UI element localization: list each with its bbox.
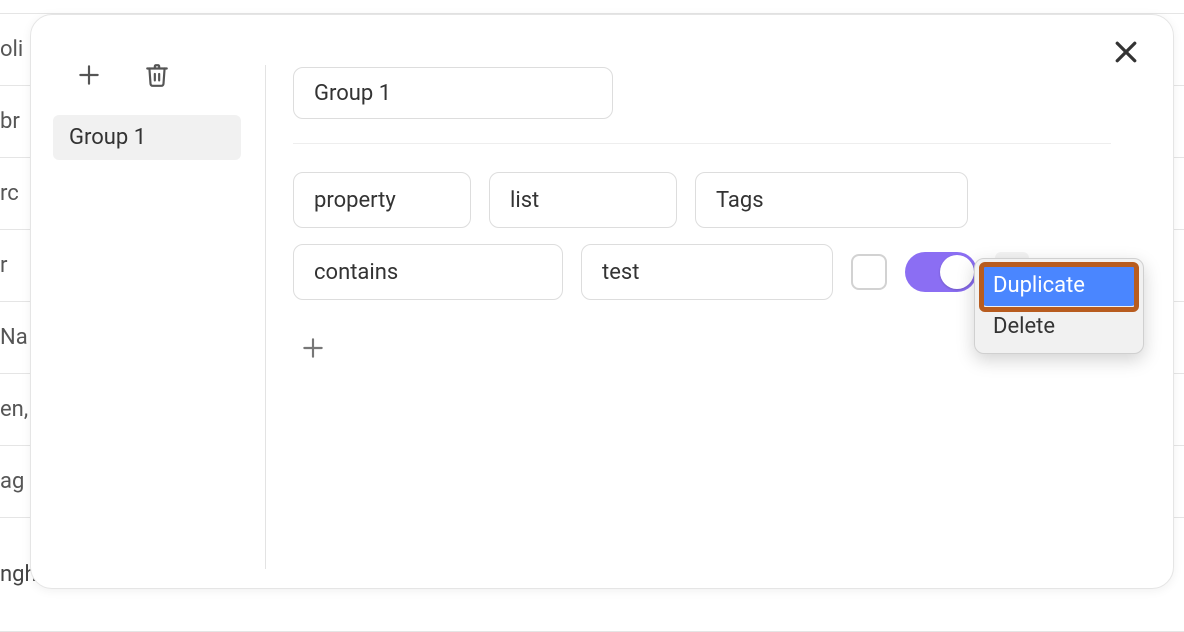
- rule-checkbox[interactable]: [851, 254, 887, 290]
- bg-text: oli: [0, 37, 23, 62]
- group-name-input[interactable]: [293, 67, 613, 119]
- close-button[interactable]: [1111, 37, 1141, 67]
- rule-source-select[interactable]: property: [293, 172, 471, 228]
- horizontal-divider: [293, 143, 1111, 144]
- menu-item-duplicate[interactable]: Duplicate: [981, 265, 1137, 306]
- rule-enabled-toggle[interactable]: [905, 252, 977, 292]
- menu-item-label: Delete: [993, 314, 1055, 339]
- sidebar-item-label: Group 1: [69, 125, 146, 150]
- rule-row-1: property list Tags: [293, 172, 1143, 228]
- rule-operator-select[interactable]: contains: [293, 244, 563, 300]
- rule-source-label: property: [314, 188, 396, 213]
- sidebar: Group 1: [31, 15, 263, 588]
- sidebar-item-group[interactable]: Group 1: [53, 115, 241, 160]
- add-group-button[interactable]: [69, 55, 109, 95]
- plus-icon: [300, 335, 326, 361]
- menu-item-delete[interactable]: Delete: [981, 306, 1137, 347]
- bg-text: r: [0, 253, 7, 278]
- bg-text: en,: [0, 397, 28, 422]
- bg-text: ag: [0, 469, 24, 494]
- rule-operator-label: contains: [314, 260, 398, 285]
- rule-value-input[interactable]: [581, 244, 833, 300]
- plus-icon: [76, 62, 102, 88]
- rule-source-type-select[interactable]: list: [489, 172, 677, 228]
- group-list: Group 1: [31, 115, 263, 160]
- trash-icon: [144, 61, 170, 89]
- bg-text: br: [0, 109, 20, 134]
- add-rule-button[interactable]: [293, 328, 333, 368]
- bg-text: rc: [0, 181, 19, 206]
- rule-field-label: Tags: [716, 188, 764, 213]
- rule-context-menu: Duplicate Delete: [974, 258, 1144, 354]
- rule-source-type-label: list: [510, 188, 539, 213]
- rule-field-select[interactable]: Tags: [695, 172, 968, 228]
- delete-group-button[interactable]: [137, 55, 177, 95]
- close-icon: [1111, 37, 1141, 67]
- toggle-knob: [940, 255, 974, 289]
- menu-item-label: Duplicate: [993, 273, 1085, 298]
- bg-text: Na: [0, 325, 28, 350]
